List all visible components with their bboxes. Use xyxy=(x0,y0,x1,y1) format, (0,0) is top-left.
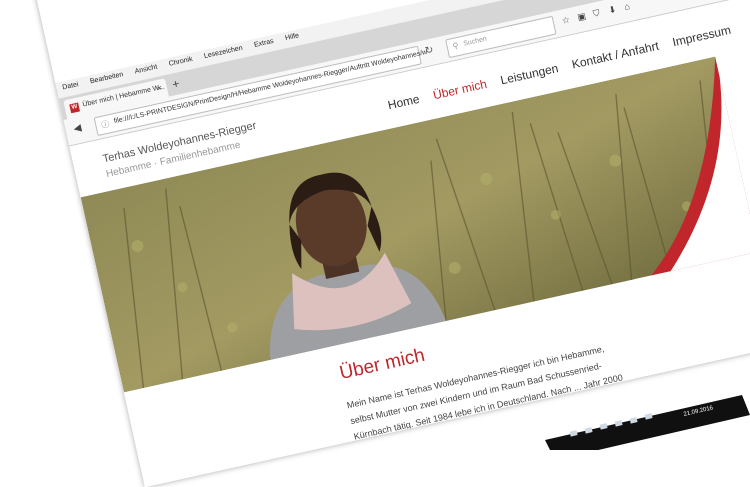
search-placeholder: Suchen xyxy=(462,35,488,48)
nav-home[interactable]: Home xyxy=(387,92,421,113)
bookmark-star-icon[interactable]: ☆ xyxy=(561,14,571,26)
shield-icon[interactable]: ⛉ xyxy=(592,8,601,20)
reload-icon[interactable]: ↻ xyxy=(424,45,435,58)
info-icon[interactable]: ⓘ xyxy=(100,118,111,130)
menu-ansicht[interactable]: Ansicht xyxy=(134,64,158,76)
favicon-icon: W xyxy=(69,102,80,114)
new-tab-icon[interactable]: + xyxy=(171,76,181,91)
menu-datei[interactable]: Datei xyxy=(62,81,79,91)
menu-bearbeiten[interactable]: Bearbeiten xyxy=(89,71,124,85)
back-icon[interactable]: ◀ xyxy=(73,123,83,135)
clock-time[interactable]: 15:39 xyxy=(687,400,704,409)
clock-date[interactable]: 21.09.2016 xyxy=(683,405,714,418)
search-icon: ⚲ xyxy=(451,40,460,51)
nav-kontakt-anfahrt[interactable]: Kontakt / Anfahrt xyxy=(571,39,661,72)
menu-extras[interactable]: Extras xyxy=(253,38,274,49)
browser-window: Datei Bearbeiten Ansicht Chronik Lesezei… xyxy=(28,0,750,487)
nav-ueber-mich[interactable]: Über mich xyxy=(432,77,488,103)
home-icon[interactable]: ⌂ xyxy=(623,1,630,12)
menu-chronik[interactable]: Chronik xyxy=(168,56,193,68)
nav-impressum[interactable]: Impressum xyxy=(671,23,732,50)
nav-leistungen[interactable]: Leistungen xyxy=(499,61,559,87)
menu-lesezeichen[interactable]: Lesezeichen xyxy=(203,45,243,60)
clipboard-icon[interactable]: ▣ xyxy=(576,11,587,24)
menu-hilfe[interactable]: Hilfe xyxy=(285,32,300,42)
download-icon[interactable]: ⬇ xyxy=(608,4,618,16)
page-heading: Über mich xyxy=(337,344,427,385)
